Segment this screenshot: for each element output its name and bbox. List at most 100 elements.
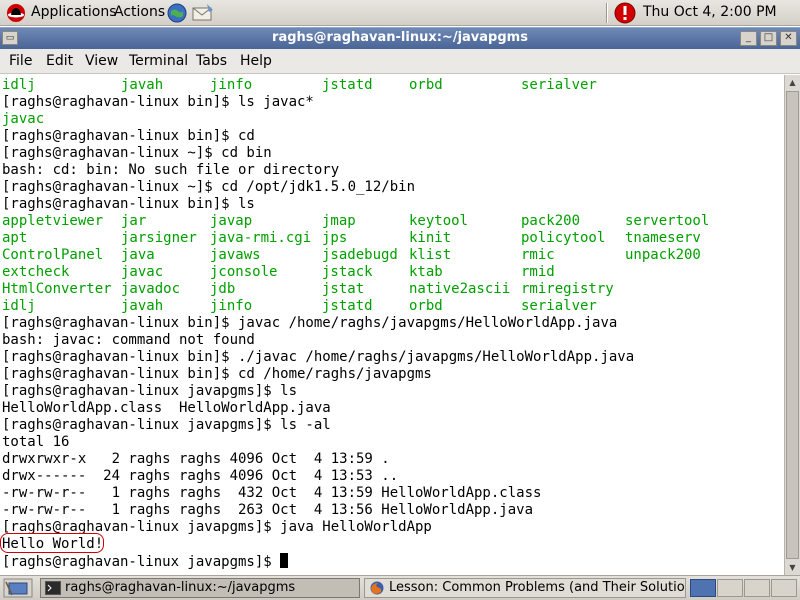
text-cursor bbox=[280, 553, 289, 568]
ls-entry: jmap bbox=[322, 213, 356, 229]
hello-world-highlight-circle bbox=[0, 533, 104, 553]
ls-entry: HtmlConverter bbox=[2, 281, 112, 297]
workspace-switcher-3[interactable] bbox=[744, 579, 770, 597]
terminal-icon bbox=[45, 581, 61, 595]
ls-entry: java bbox=[121, 247, 155, 263]
menu-edit[interactable]: Edit bbox=[46, 53, 73, 69]
workspace-switcher-1[interactable] bbox=[690, 579, 716, 597]
minimize-icon: _ bbox=[746, 32, 751, 43]
taskbar-terminal-button[interactable]: raghs@raghavan-linux:~/javapgms bbox=[40, 578, 360, 598]
terminal-line: [raghs@raghavan-linux ~]$ cd bin bbox=[2, 145, 272, 161]
ls-row: appletviewer jar javap jmap keytool pack200 se… bbox=[2, 213, 782, 230]
ls-entry: java-rmi.cgi bbox=[210, 230, 312, 246]
terminal-output[interactable]: idlj javah jinfo jstatd orbd serialver [… bbox=[0, 75, 784, 575]
terminal-line: [raghs@raghavan-linux ~]$ cd /opt/jdk1.5… bbox=[2, 179, 416, 195]
menu-file[interactable]: File bbox=[9, 53, 32, 69]
actions-menu[interactable]: Actions bbox=[114, 4, 165, 20]
ls-entry: javah bbox=[121, 77, 164, 93]
ls-entry: jstat bbox=[322, 281, 365, 297]
terminal-line: [raghs@raghavan-linux bin]$ ls bbox=[2, 196, 255, 212]
show-desktop-icon[interactable] bbox=[3, 578, 33, 598]
ls-entry: javac bbox=[121, 264, 164, 280]
workspace-switcher-4[interactable] bbox=[771, 579, 797, 597]
terminal-line: HelloWorldApp.class HelloWorldApp.java bbox=[2, 400, 331, 416]
ls-entry: idlj bbox=[2, 298, 36, 314]
ls-row: idlj javah jinfo jstatd orbd serialver bbox=[2, 298, 782, 315]
bottom-panel: raghs@raghavan-linux:~/javapgms Lesson: … bbox=[0, 575, 800, 600]
ls-entry: rmiregistry bbox=[521, 281, 614, 297]
ls-entry: policytool bbox=[521, 230, 606, 246]
top-panel: Applications Actions Thu Oct 4, 2:00 PM bbox=[0, 0, 800, 26]
ls-entry: jsadebugd bbox=[322, 247, 398, 263]
ls-entry: jps bbox=[322, 230, 348, 246]
ls-row: apt jarsigner java-rmi.cgi jps kinit policyto… bbox=[2, 230, 782, 247]
terminal-line: -rw-rw-r-- 1 raghs raghs 263 Oct 4 13:56… bbox=[2, 502, 534, 518]
terminal-line: drwxrwxr-x 2 raghs raghs 4096 Oct 4 13:5… bbox=[2, 451, 390, 467]
menu-view[interactable]: View bbox=[85, 53, 118, 69]
taskbar-browser-button[interactable]: Lesson: Common Problems (and Their Solut… bbox=[364, 578, 686, 598]
ls-entry: kinit bbox=[409, 230, 452, 246]
ls-entry: klist bbox=[409, 247, 452, 263]
ls-entry: javadoc bbox=[121, 281, 181, 297]
terminal-line: bash: cd: bin: No such file or directory bbox=[2, 162, 340, 178]
ls-entry: jstatd bbox=[322, 298, 373, 314]
ls-entry: ktab bbox=[409, 264, 443, 280]
ls-entry: native2ascii bbox=[409, 281, 511, 297]
ls-entry: tnameserv bbox=[625, 230, 701, 246]
ls-entry: unpack200 bbox=[625, 247, 701, 263]
workspace-switcher-2[interactable] bbox=[717, 579, 743, 597]
maximize-button[interactable]: □ bbox=[760, 31, 777, 46]
terminal-line: -rw-rw-r-- 1 raghs raghs 432 Oct 4 13:59… bbox=[2, 485, 542, 501]
terminal-line: [raghs@raghavan-linux javapgms]$ ls bbox=[2, 383, 298, 399]
ls-entry: appletviewer bbox=[2, 213, 104, 229]
ls-entry: apt bbox=[2, 230, 28, 246]
terminal-line: [raghs@raghavan-linux javapgms]$ ls -al bbox=[2, 417, 331, 433]
terminal-prompt: [raghs@raghavan-linux javapgms]$ bbox=[2, 554, 281, 570]
ls-entry: keytool bbox=[409, 213, 469, 229]
menu-terminal[interactable]: Terminal bbox=[129, 53, 188, 69]
redhat-logo-icon[interactable] bbox=[6, 3, 26, 23]
ls-entry: jinfo bbox=[210, 77, 253, 93]
ls-entry: extcheck bbox=[2, 264, 70, 280]
scroll-down-arrow-icon[interactable]: ▼ bbox=[786, 561, 799, 574]
ls-entry: orbd bbox=[409, 298, 443, 314]
terminal-line: [raghs@raghavan-linux bin]$ cd /home/rag… bbox=[2, 366, 432, 382]
ls-entry: javah bbox=[121, 298, 164, 314]
close-icon: ✕ bbox=[784, 32, 793, 43]
terminal-line: bash: javac: command not found bbox=[2, 332, 255, 348]
scroll-up-arrow-icon[interactable]: ▲ bbox=[786, 76, 799, 89]
email-launcher-icon[interactable] bbox=[191, 2, 215, 24]
ls-row: HtmlConverter javadoc jdb jstat native2ascii… bbox=[2, 281, 782, 298]
ls-entry: jconsole bbox=[210, 264, 278, 280]
window-titlebar[interactable]: ▭ raghs@raghavan-linux:~/javapgms _ □ ✕ bbox=[0, 27, 800, 49]
update-alert-icon[interactable] bbox=[614, 2, 636, 24]
ls-entry: orbd bbox=[409, 77, 443, 93]
ls-entry: jstatd bbox=[322, 77, 373, 93]
ls-entry: jinfo bbox=[210, 298, 253, 314]
terminal-line: drwx------ 24 raghs raghs 4096 Oct 4 13:… bbox=[2, 468, 399, 484]
web-browser-launcher-icon[interactable] bbox=[166, 2, 188, 24]
ls-entry: rmic bbox=[521, 247, 555, 263]
close-button[interactable]: ✕ bbox=[780, 31, 797, 46]
terminal-scrollbar[interactable]: ▲ ▼ bbox=[784, 75, 800, 575]
terminal-line: [raghs@raghavan-linux bin]$ cd bbox=[2, 128, 255, 144]
applications-menu[interactable]: Applications bbox=[31, 4, 117, 20]
menubar: File Edit View Terminal Tabs Help bbox=[0, 49, 800, 74]
scrollbar-thumb[interactable] bbox=[786, 91, 799, 559]
menu-tabs[interactable]: Tabs bbox=[196, 53, 227, 69]
terminal-line: [raghs@raghavan-linux bin]$ javac /home/… bbox=[2, 315, 618, 331]
terminal-line: javac bbox=[2, 111, 45, 127]
firefox-icon bbox=[370, 581, 384, 595]
terminal-prompt-line: [raghs@raghavan-linux javapgms]$ bbox=[2, 553, 289, 570]
ls-entry: jstack bbox=[322, 264, 373, 280]
clock[interactable]: Thu Oct 4, 2:00 PM bbox=[643, 4, 777, 20]
minimize-button[interactable]: _ bbox=[740, 31, 757, 46]
ls-row-partial: idlj javah jinfo jstatd orbd serialver bbox=[2, 77, 782, 94]
window-title: raghs@raghavan-linux:~/javapgms bbox=[272, 30, 528, 45]
ls-entry: jdb bbox=[210, 281, 236, 297]
terminal-line: [raghs@raghavan-linux bin]$ ls javac* bbox=[2, 94, 314, 110]
panel-separator bbox=[606, 3, 608, 23]
menu-help[interactable]: Help bbox=[240, 53, 272, 69]
ls-entry: idlj bbox=[2, 77, 36, 93]
ls-entry: serialver bbox=[521, 298, 597, 314]
